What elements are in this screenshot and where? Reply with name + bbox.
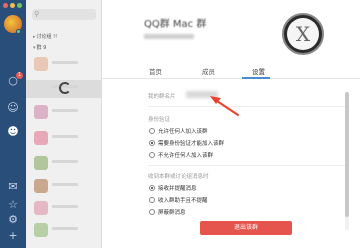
list-item[interactable]: [34, 104, 96, 122]
quit-group-button[interactable]: 退出该群: [200, 221, 292, 235]
window-controls: [3, 3, 22, 8]
search-input[interactable]: ⚲: [32, 9, 96, 20]
tab-settings[interactable]: 设置: [252, 66, 265, 76]
list-item[interactable]: [34, 56, 96, 74]
tab-indicator: [242, 77, 270, 79]
group-section-discussion[interactable]: ▸讨论组 !!: [33, 33, 57, 40]
annotation-arrow-shaft: [216, 100, 239, 116]
search-icon: ⚲: [34, 10, 40, 18]
list-item[interactable]: [34, 200, 96, 218]
verify-option-deny-all[interactable]: 不允许任何人加入该群: [149, 151, 213, 159]
star-icon[interactable]: ☆: [6, 198, 20, 212]
list-item[interactable]: [34, 178, 96, 196]
notify-title: 收到本群或讨论组消息时: [148, 174, 209, 180]
group-section-groups[interactable]: ▾群 9: [33, 44, 46, 51]
list-item[interactable]: [34, 155, 96, 173]
group-avatar[interactable]: X: [282, 13, 324, 55]
list-item[interactable]: [34, 130, 96, 148]
chevron-down-icon: ▾: [33, 45, 36, 51]
divider: [148, 165, 346, 166]
unread-badge: 1: [16, 72, 23, 79]
groups-icon[interactable]: ☻: [6, 125, 20, 139]
chevron-right-icon: ▸: [33, 34, 36, 40]
online-status-icon: [16, 29, 21, 34]
group-number: [144, 34, 194, 39]
add-icon[interactable]: +: [6, 229, 20, 243]
group-detail-panel: QQ群 Mac 群 X 首页 成员 设置 我的群名片 身份验证 允许任何人加入该…: [102, 0, 360, 248]
notify-option-assistant[interactable]: 收入群助手且不提醒: [149, 196, 208, 204]
mail-icon[interactable]: ✉: [6, 180, 20, 194]
list-item[interactable]: [34, 222, 96, 240]
minimize-window-button[interactable]: [10, 3, 15, 8]
my-card-label: 我的群名片: [148, 94, 176, 100]
radio-icon: [149, 151, 155, 158]
settings-icon[interactable]: ⚙: [6, 213, 20, 227]
scrollbar-thumb[interactable]: [345, 92, 349, 217]
radio-icon: [149, 208, 155, 215]
radio-selected-icon: [149, 139, 155, 146]
notify-option-receive[interactable]: 接收并提醒消息: [149, 184, 197, 192]
divider: [148, 106, 346, 107]
notify-option-block[interactable]: 屏蔽群消息: [149, 208, 186, 216]
app-sidebar: ○ 1 ☺ ☻ ✉ ☆ ⚙ +: [0, 0, 26, 248]
tab-bar: 首页 成员 设置: [102, 62, 360, 79]
verify-option-allow-all[interactable]: 允许任何人加入该群: [149, 127, 208, 135]
maximize-window-button[interactable]: [17, 3, 22, 8]
scrollbar[interactable]: [345, 92, 349, 230]
my-card-field[interactable]: [186, 91, 218, 98]
radio-selected-icon: [149, 184, 155, 191]
radio-icon: [149, 196, 155, 203]
tab-home[interactable]: 首页: [149, 66, 162, 76]
contacts-icon[interactable]: ☺: [6, 101, 20, 115]
verify-option-require-verification[interactable]: 需要身份验证才能加入该群: [149, 139, 224, 147]
tab-members[interactable]: 成员: [202, 66, 215, 76]
group-name: QQ群 Mac 群: [144, 19, 207, 30]
loading-spinner-icon: [59, 82, 71, 94]
radio-icon: [149, 127, 155, 134]
close-window-button[interactable]: [3, 3, 8, 8]
verify-title: 身份验证: [148, 117, 171, 123]
contact-list-pane: ⚲ ▸讨论组 !! ▾群 9: [26, 0, 102, 248]
